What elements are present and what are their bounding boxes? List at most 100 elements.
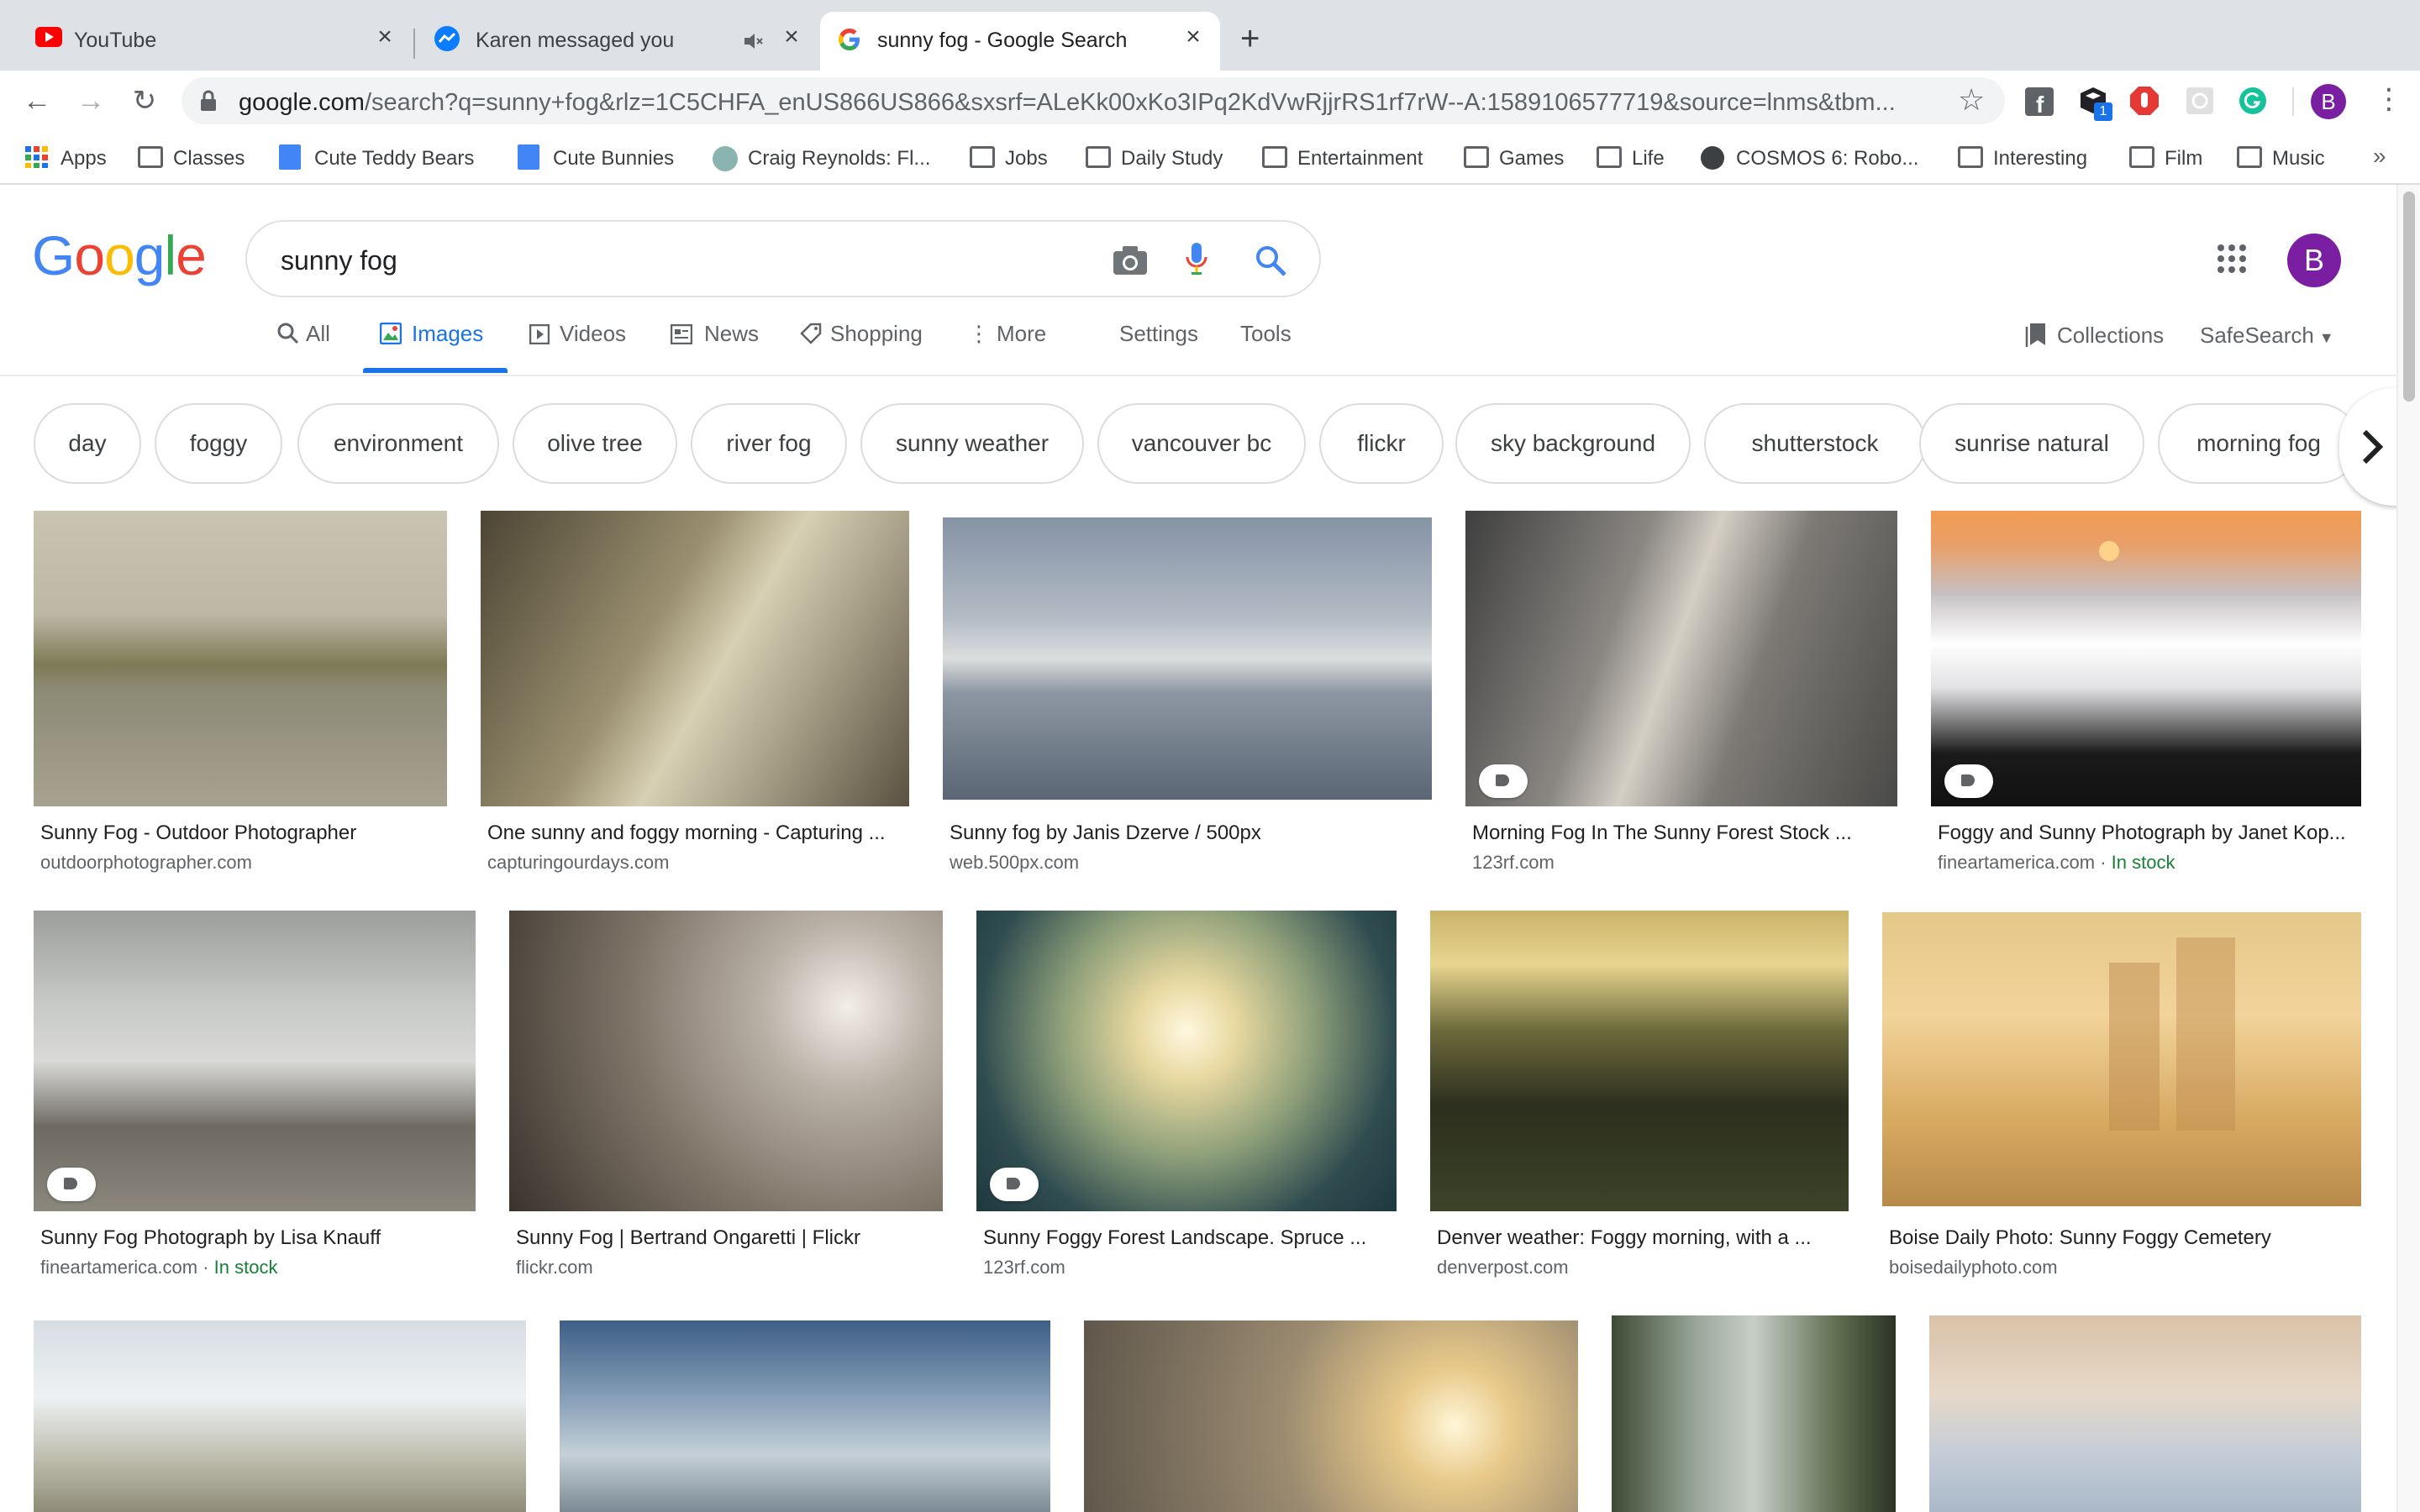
- result-title[interactable]: Sunny Fog - Outdoor Photographer: [40, 822, 444, 845]
- camera-icon[interactable]: [1113, 245, 1148, 276]
- result-image[interactable]: [509, 911, 943, 1211]
- search-icon[interactable]: [1254, 244, 1287, 277]
- result-title[interactable]: Boise Daily Photo: Sunny Foggy Cemetery: [1889, 1226, 2360, 1250]
- folder-icon: [138, 146, 163, 168]
- result-title[interactable]: Sunny Fog | Bertrand Ongaretti | Flickr: [516, 1226, 939, 1250]
- bookmark-label: COSMOS 6: Robo...: [1736, 147, 1919, 170]
- result-title[interactable]: One sunny and foggy morning - Capturing …: [487, 822, 908, 845]
- safesearch-dropdown[interactable]: SafeSearch ▼: [2200, 323, 2334, 349]
- tab-label: Images: [412, 321, 484, 346]
- adblock-extension-icon[interactable]: [2129, 86, 2160, 116]
- result-title[interactable]: Denver weather: Foggy morning, with a ..…: [1437, 1226, 1845, 1250]
- result-image[interactable]: [976, 911, 1397, 1211]
- page-scrollbar[interactable]: [2396, 185, 2420, 1512]
- video-icon: [529, 323, 550, 345]
- profile-avatar[interactable]: B: [2311, 84, 2346, 119]
- result-image[interactable]: [481, 511, 909, 806]
- more-vert-icon: ⋮: [968, 321, 990, 346]
- bookmark-label: Games: [1499, 147, 1565, 170]
- chip-olive-tree[interactable]: olive tree: [513, 403, 677, 484]
- tab-more[interactable]: ⋮ More: [968, 321, 1046, 347]
- close-tab-icon[interactable]: ×: [370, 22, 400, 52]
- result-source: web.500px.com: [950, 852, 1080, 873]
- search-box[interactable]: sunny fog: [245, 220, 1321, 297]
- url-text[interactable]: google.com/search?q=sunny+fog&rlz=1C5CHF…: [239, 89, 1953, 117]
- tab-youtube[interactable]: YouTube ×: [17, 12, 412, 71]
- result-source: denverpost.com: [1437, 1257, 1569, 1278]
- result-image[interactable]: [34, 911, 476, 1211]
- google-account-avatar[interactable]: B: [2287, 234, 2341, 287]
- chip-shutterstock[interactable]: shutterstock: [1704, 403, 1926, 484]
- result-image[interactable]: [1882, 912, 2361, 1206]
- google-icon: [839, 29, 860, 50]
- bookmarks-overflow-button[interactable]: »: [2373, 143, 2386, 170]
- result-title[interactable]: Sunny Fog Photograph by Lisa Knauff: [40, 1226, 472, 1250]
- svg-text:f: f: [2036, 92, 2044, 116]
- tab-label: More: [997, 321, 1047, 346]
- result-image[interactable]: [1931, 511, 2361, 806]
- tab-videos[interactable]: Videos: [529, 321, 626, 347]
- result-image[interactable]: [1084, 1320, 1578, 1512]
- collections-link[interactable]: Collections: [2025, 323, 2164, 349]
- muted-speaker-icon[interactable]: [743, 32, 763, 50]
- result-title[interactable]: Morning Fog In The Sunny Forest Stock ..…: [1472, 822, 1892, 845]
- bookmark-label: Craig Reynolds: Fl...: [748, 147, 931, 170]
- result-image[interactable]: [1612, 1315, 1896, 1512]
- result-image[interactable]: [943, 517, 1432, 800]
- reload-icon[interactable]: ↻: [126, 82, 163, 119]
- chip-day[interactable]: day: [34, 403, 141, 484]
- result-image[interactable]: [560, 1320, 1050, 1512]
- tab-images[interactable]: Images: [379, 321, 484, 347]
- new-tab-button[interactable]: +: [1240, 20, 1260, 58]
- chip-sunrise-natural[interactable]: sunrise natural: [1919, 403, 2144, 484]
- google-logo[interactable]: Google: [32, 223, 207, 287]
- chip-river-fog[interactable]: river fog: [691, 403, 847, 484]
- bookmark-label: Music: [2272, 147, 2325, 170]
- bookmark-star-icon[interactable]: ☆: [1958, 82, 1985, 118]
- chip-foggy[interactable]: foggy: [155, 403, 282, 484]
- search-input[interactable]: sunny fog: [281, 245, 397, 276]
- result-image[interactable]: [1929, 1315, 2361, 1512]
- result-title[interactable]: Foggy and Sunny Photograph by Janet Kop.…: [1938, 822, 2358, 845]
- microphone-icon[interactable]: [1185, 242, 1208, 277]
- box-extension-icon[interactable]: 1: [2079, 86, 2112, 121]
- chip-morning-fog[interactable]: morning fog: [2158, 403, 2360, 484]
- extension-badge: 1: [2094, 102, 2112, 121]
- tab-title: YouTube: [74, 29, 157, 52]
- tools-link[interactable]: Tools: [1240, 321, 1292, 347]
- folder-icon: [1086, 146, 1111, 168]
- chip-flickr[interactable]: flickr: [1319, 403, 1444, 484]
- back-icon[interactable]: ←: [18, 82, 55, 119]
- tab-google-search[interactable]: sunny fog - Google Search ×: [820, 12, 1220, 71]
- forward-icon[interactable]: →: [72, 82, 109, 119]
- result-image[interactable]: [34, 511, 447, 806]
- facebook-extension-icon[interactable]: f: [2025, 87, 2054, 116]
- address-bar[interactable]: google.com/search?q=sunny+fog&rlz=1C5CHF…: [182, 77, 2005, 124]
- settings-link[interactable]: Settings: [1119, 321, 1198, 347]
- chip-vancouver-bc[interactable]: vancouver bc: [1097, 403, 1306, 484]
- result-title[interactable]: Sunny Foggy Forest Landscape. Spruce ...: [983, 1226, 1395, 1250]
- result-image[interactable]: [1430, 911, 1849, 1211]
- chrome-menu-icon[interactable]: ⋮: [2375, 82, 2403, 116]
- tab-news[interactable]: News: [670, 321, 759, 347]
- result-image[interactable]: [34, 1320, 526, 1512]
- collections-label: Collections: [2057, 323, 2165, 348]
- result-image[interactable]: [1465, 511, 1897, 806]
- tab-title: Karen messaged you: [476, 29, 675, 52]
- close-tab-icon[interactable]: ×: [1178, 22, 1208, 52]
- chip-environment[interactable]: environment: [297, 403, 499, 484]
- chip-sky-background[interactable]: sky background: [1455, 403, 1691, 484]
- grid-extension-icon[interactable]: [2186, 87, 2213, 114]
- result-title[interactable]: Sunny fog by Janis Dzerve / 500px: [950, 822, 1428, 845]
- scrollbar-thumb[interactable]: [2403, 192, 2415, 402]
- close-tab-icon[interactable]: ×: [776, 22, 807, 52]
- chip-sunny-weather[interactable]: sunny weather: [860, 403, 1084, 484]
- tab-strip: YouTube × Karen messaged you × sunny fog…: [0, 0, 2420, 71]
- tab-shopping[interactable]: Shopping: [800, 321, 923, 347]
- tab-all[interactable]: All: [277, 321, 330, 347]
- in-stock-label: In stock: [2111, 852, 2175, 873]
- tab-messenger[interactable]: Karen messaged you ×: [417, 12, 818, 71]
- google-apps-icon[interactable]: [2217, 244, 2247, 274]
- grammarly-icon[interactable]: [2238, 87, 2267, 115]
- globe-icon: [1701, 146, 1724, 170]
